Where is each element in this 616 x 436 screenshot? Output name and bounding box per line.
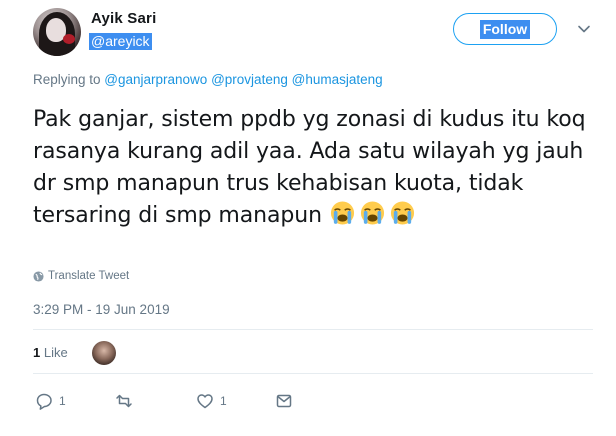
globe-icon (33, 270, 44, 282)
tweet-text-content: Pak ganjar, sistem ppdb yg zonasi di kud… (33, 107, 586, 228)
user-display-name[interactable]: Ayik Sari (91, 10, 156, 27)
tweet-card: Ayik Sari @areyick Follow Replying to @g… (0, 0, 616, 436)
follow-button-label: Follow (479, 19, 531, 39)
loudly-crying-face-icon (390, 201, 414, 225)
divider (33, 329, 593, 330)
likes-label: Like (43, 345, 68, 360)
translate-tweet-label: Translate Tweet (48, 270, 130, 282)
loudly-crying-face-icon (330, 201, 354, 225)
envelope-icon (276, 394, 292, 408)
avatar-rose (63, 34, 75, 44)
chevron-down-icon[interactable] (577, 22, 591, 36)
reply-button[interactable]: 1 (35, 392, 66, 410)
likes-summary[interactable]: 1 Like (33, 345, 68, 360)
translate-tweet-link[interactable]: Translate Tweet (33, 270, 129, 282)
mention-link[interactable]: @humasjateng (292, 72, 383, 87)
replying-to-line: Replying to @ganjarpranowo @provjateng @… (33, 72, 383, 87)
direct-message-button[interactable] (275, 392, 293, 410)
tweet-text: Pak ganjar, sistem ppdb yg zonasi di kud… (33, 104, 593, 232)
user-handle[interactable]: @areyick (89, 33, 152, 50)
retweet-button[interactable] (115, 392, 139, 410)
liker-avatar[interactable] (92, 341, 116, 365)
mention-link[interactable]: @provjateng (211, 72, 288, 87)
replying-to-prefix: Replying to (33, 72, 105, 87)
follow-button[interactable]: Follow (453, 13, 557, 45)
heart-icon (197, 394, 213, 409)
reply-count: 1 (59, 394, 66, 408)
like-button[interactable]: 1 (196, 392, 227, 410)
divider (33, 373, 593, 374)
mention-link[interactable]: @ganjarpranowo (104, 72, 207, 87)
reply-icon (36, 393, 52, 410)
likes-count: 1 (33, 345, 41, 360)
tweet-timestamp[interactable]: 3:29 PM - 19 Jun 2019 (33, 302, 170, 317)
user-avatar[interactable] (33, 8, 81, 56)
loudly-crying-face-icon (360, 201, 384, 225)
like-count: 1 (220, 394, 227, 408)
retweet-icon (116, 394, 132, 408)
